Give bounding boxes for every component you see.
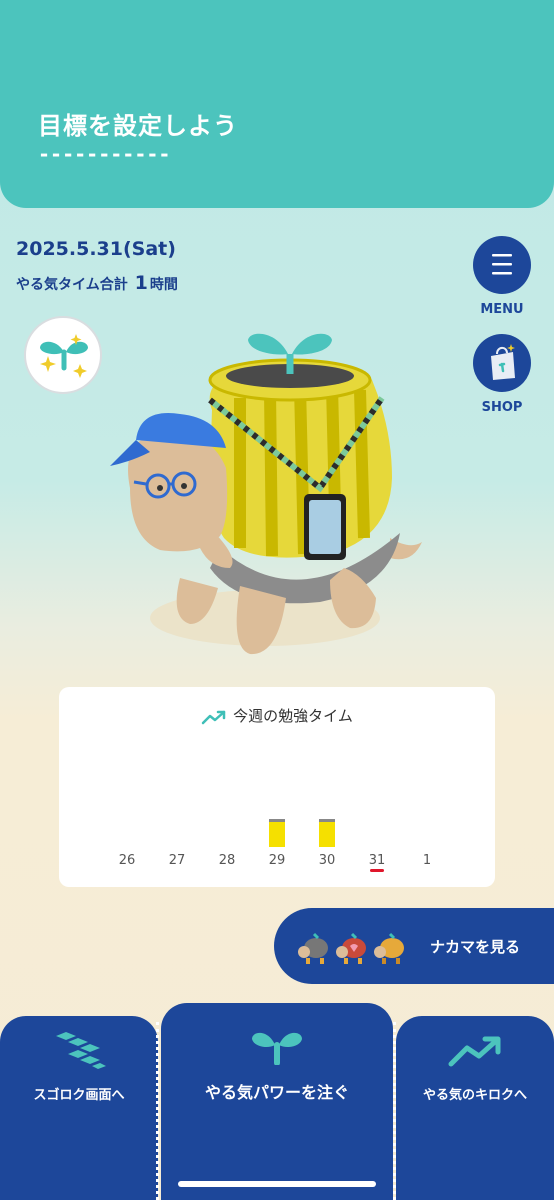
bar-30 bbox=[319, 822, 335, 847]
x-tick-label: 27 bbox=[169, 853, 186, 868]
goal-header[interactable]: 目標を設定しよう ----------- bbox=[0, 0, 554, 208]
x-tick-label: 1 bbox=[423, 853, 431, 868]
goal-placeholder-dashes: ----------- bbox=[38, 142, 171, 166]
hamburger-icon bbox=[492, 254, 512, 275]
x-tick-label: 26 bbox=[119, 853, 136, 868]
nav-divider bbox=[393, 1022, 396, 1200]
shop-label[interactable]: SHOP bbox=[462, 400, 542, 415]
total-motivation-time: やる気タイム合計 1 時間 bbox=[16, 272, 178, 294]
view-nakama-label[interactable]: ナカマを見る bbox=[430, 936, 520, 957]
tab-motivation-power-label[interactable]: やる気パワーを注ぐ bbox=[161, 1079, 393, 1103]
nav-divider bbox=[156, 1022, 159, 1200]
trend-up-icon bbox=[448, 1036, 501, 1067]
weekly-study-card[interactable]: 今週の勉強タイム 26 27 28 29 30 31 1 bbox=[59, 687, 495, 887]
menu-button[interactable] bbox=[473, 236, 531, 294]
total-unit: 時間 bbox=[149, 277, 178, 293]
goal-title[interactable]: 目標を設定しよう bbox=[38, 106, 238, 141]
total-prefix: やる気タイム合計 bbox=[16, 277, 128, 293]
shop-button[interactable] bbox=[473, 334, 531, 392]
shopping-bag-icon bbox=[491, 344, 515, 380]
view-nakama-button[interactable]: ナカマを見る bbox=[274, 908, 554, 984]
bar-cap-29 bbox=[269, 819, 285, 822]
x-tick-label: 31 bbox=[369, 853, 386, 868]
nakama-turtles-icon bbox=[298, 932, 404, 964]
total-value: 1 bbox=[134, 272, 148, 294]
bar-29 bbox=[269, 822, 285, 847]
menu-label[interactable]: MENU bbox=[462, 302, 542, 317]
sprout-icon bbox=[252, 1032, 302, 1065]
x-tick-label: 28 bbox=[219, 853, 236, 868]
sprout-badge-button[interactable] bbox=[24, 316, 102, 394]
tab-motivation-record[interactable]: やる気のキロクへ bbox=[396, 1016, 554, 1200]
x-tick-label: 29 bbox=[269, 853, 286, 868]
turtle-character-illustration[interactable] bbox=[100, 318, 430, 668]
sprout-sparkle-icon bbox=[40, 334, 88, 378]
weekly-study-chart: 26 27 28 29 30 31 1 bbox=[119, 819, 431, 872]
tab-sugoroku-label[interactable]: スゴロク画面へ bbox=[0, 1084, 158, 1103]
today-marker bbox=[370, 869, 384, 872]
tab-motivation-power[interactable]: やる気パワーを注ぐ bbox=[161, 1003, 393, 1200]
tab-sugoroku[interactable]: スゴロク画面へ bbox=[0, 1016, 158, 1200]
tab-motivation-record-label[interactable]: やる気のキロクへ bbox=[396, 1084, 554, 1103]
x-tick-label: 30 bbox=[319, 853, 336, 868]
bar-cap-30 bbox=[319, 819, 335, 822]
home-indicator[interactable] bbox=[178, 1181, 376, 1187]
sugoroku-board-icon bbox=[56, 1032, 106, 1069]
current-date: 2025.5.31(Sat) bbox=[16, 238, 176, 260]
